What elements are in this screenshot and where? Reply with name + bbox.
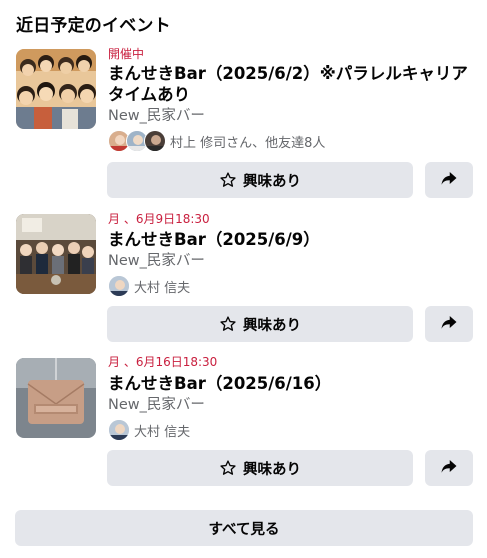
- avatar: [108, 419, 130, 441]
- star-outline-icon: [219, 171, 237, 189]
- event-thumbnail[interactable]: [16, 358, 96, 438]
- attendee-avatars: [108, 419, 130, 441]
- interest-button[interactable]: 興味あり: [107, 306, 413, 342]
- avatar: [108, 275, 130, 297]
- interest-label: 興味あり: [243, 173, 301, 190]
- event-attendees[interactable]: 大村 信夫: [108, 275, 190, 297]
- share-arrow-icon: [440, 457, 458, 479]
- see-all-button[interactable]: すべて見る: [15, 510, 473, 546]
- attendee-avatars: [108, 275, 130, 297]
- event-thumbnail[interactable]: [16, 214, 96, 294]
- event-name[interactable]: まんせきBar（2025/6/16）: [108, 373, 468, 394]
- event-name[interactable]: まんせきBar（2025/6/9）: [108, 229, 468, 250]
- interest-label: 興味あり: [243, 317, 301, 334]
- star-outline-icon: [219, 315, 237, 333]
- event-name[interactable]: まんせきBar（2025/6/2）※パラレルキャリアタイムあり: [108, 63, 468, 105]
- event-thumbnail[interactable]: [16, 49, 96, 129]
- interest-button[interactable]: 興味あり: [107, 162, 413, 198]
- attendee-text: 大村 信夫: [134, 424, 191, 440]
- share-button[interactable]: [425, 306, 473, 342]
- attendee-avatars: [108, 130, 166, 152]
- event-date: 月 、6月9日18:30: [108, 212, 210, 226]
- avatar: [144, 130, 166, 152]
- share-button[interactable]: [425, 162, 473, 198]
- event-host[interactable]: New_民家バー: [108, 396, 205, 414]
- star-outline-icon: [219, 459, 237, 477]
- event-date: 開催中: [108, 47, 145, 61]
- event-date: 月 、6月16日18:30: [108, 355, 218, 369]
- share-button[interactable]: [425, 450, 473, 486]
- upcoming-events-card: 近日予定のイベント 開催中 まんせきBar（2025/6/2）※パラレルキャリア…: [0, 0, 487, 558]
- event-attendees[interactable]: 村上 修司さん、他友達8人: [108, 130, 325, 152]
- event-host[interactable]: New_民家バー: [108, 252, 205, 270]
- event-host[interactable]: New_民家バー: [108, 107, 205, 125]
- event-attendees[interactable]: 大村 信夫: [108, 419, 190, 441]
- section-title: 近日予定のイベント: [16, 16, 171, 36]
- attendee-text: 村上 修司さん、他友達8人: [170, 135, 326, 151]
- share-arrow-icon: [440, 313, 458, 335]
- attendee-text: 大村 信夫: [134, 280, 191, 296]
- share-arrow-icon: [440, 169, 458, 191]
- interest-button[interactable]: 興味あり: [107, 450, 413, 486]
- interest-label: 興味あり: [243, 461, 301, 478]
